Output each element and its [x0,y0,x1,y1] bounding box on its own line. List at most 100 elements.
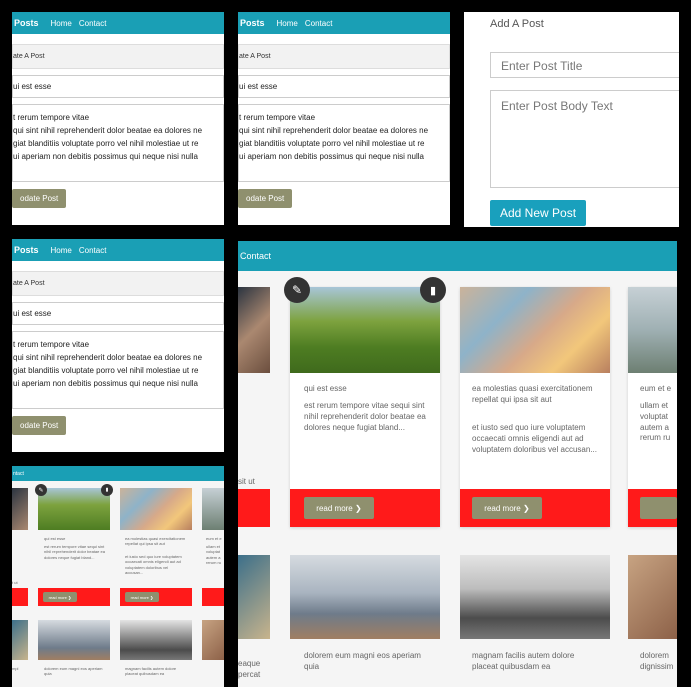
post-list-panel-small: ntact t ut ✎ ▮ qui est esse est rerum te… [12,466,224,687]
body-line: ui aperiam non debitis possimus qui nequ… [13,379,198,388]
add-new-post-button[interactable]: Add New Post [490,200,587,226]
card-header: ate A Post [12,44,224,69]
read-more-button[interactable]: read more ❯ [43,592,77,602]
navbar: Posts Home Contact [12,12,224,34]
navbar: ntact [12,466,224,481]
nav-contact-link[interactable]: Contact [79,246,107,255]
card-header: ate A Post [12,271,224,296]
post-body-textarea[interactable]: Enter Post Body Text [490,90,679,188]
body-line: giat blanditiis voluptate porro vel nihi… [13,139,199,148]
post-title: ea molestias quasi exercitationem repell… [472,384,593,404]
post-body-textarea[interactable]: t rerum tempore vitae qui sint nihil rep… [12,104,224,182]
trash-icon[interactable]: ▮ [420,277,446,303]
read-more-button[interactable] [640,497,677,519]
post-title: dolorem eum magni eos aperiam quia [304,651,421,671]
update-post-button[interactable]: odate Post [12,189,67,208]
post-list-panel: Contact sit ut ✎ ▮ qui est esse est reru… [238,241,677,687]
card-footer-band [202,588,224,606]
read-more-label: read more [316,503,353,513]
post-edge-text: mpl [12,666,19,671]
update-post-button[interactable]: odate Post [12,416,67,435]
post-title: eum et e [206,536,222,541]
post-title-input[interactable]: ui est esse [238,75,450,98]
post-title-input[interactable]: Enter Post Title [490,52,679,78]
post-title: qui est esse [304,384,347,393]
post-body: et iusto sed quo iure voluptatem occaeca… [472,423,597,454]
nav-home-link[interactable]: Home [51,246,72,255]
post-title-input[interactable]: ui est esse [12,302,224,325]
post-image [290,555,440,639]
nav-home-link[interactable]: Home [51,19,72,28]
post-body: est rerum tempore vitae sequi sint nihil… [304,401,426,432]
post-image [290,287,440,373]
post-image [460,287,610,373]
post-body: ullam et voluptat autem a rerum ru [206,544,222,566]
read-more-label: read more [48,594,67,600]
card-footer-band [238,489,270,527]
body-line: ui aperiam non debitis possimus qui nequ… [13,152,198,161]
read-more-button[interactable]: read more ❯ [304,497,374,519]
card-header: ate A Post [238,44,450,69]
post-image [12,620,28,660]
nav-contact-link[interactable]: ntact [13,471,24,477]
body-line: t rerum tempore vitae [239,113,316,122]
nav-contact-link[interactable]: Contact [79,19,107,28]
post-body: ullam et voluptat autem a rerum ru [640,401,671,443]
edit-post-panel-1: Posts Home Contact ate A Post ui est ess… [12,12,224,225]
post-image [202,620,224,660]
post-body-textarea[interactable]: t rerum tempore vitae qui sint nihil rep… [238,104,450,182]
body-line: qui sint nihil reprehenderit dolor beata… [13,353,203,362]
post-title-input[interactable]: ui est esse [12,75,224,98]
nav-contact-link[interactable]: Contact [240,251,271,261]
post-title: eum et e [640,384,672,393]
nav-home-link[interactable]: Home [277,19,298,28]
post-title: magnam facilis autem dolore placeat quib… [472,651,575,671]
body-line: t rerum tempore vitae [13,113,90,122]
post-edge-text: sit ut [238,477,255,486]
post-title: qui est esse [44,536,66,541]
body-line: giat blanditiis voluptate porro vel nihi… [13,366,199,375]
edit-icon[interactable]: ✎ [35,484,47,496]
post-image [38,488,110,530]
update-post-button[interactable]: odate Post [238,189,293,208]
body-line: qui sint nihil reprehenderit dolor beata… [13,126,203,135]
post-edge-text: t ut [12,580,18,585]
post-body: est rerum tempore vitae sequi sint nihil… [44,544,105,560]
brand-link[interactable]: Posts [12,245,39,255]
post-body: et iusto sed quo iure voluptatem occaeca… [125,554,182,576]
read-more-label: read more [130,594,149,600]
brand-link[interactable]: Posts [238,18,265,28]
post-image [120,488,192,530]
card-header: Add A Post [490,18,544,30]
post-image [12,488,28,530]
trash-icon[interactable]: ▮ [101,484,113,496]
post-title: dolorem eum magni eos aperiam quia [44,666,103,677]
post-image [238,555,270,639]
post-image [460,555,610,639]
post-title: dolorem dignissim [640,651,674,671]
post-image [238,287,270,373]
body-line: ui aperiam non debitis possimus qui nequ… [239,152,424,161]
card-footer-band [12,588,28,606]
add-post-panel: Add A Post Enter Post Title Enter Post B… [464,12,679,227]
read-more-button[interactable]: read more ❯ [125,592,159,602]
body-line: qui sint nihil reprehenderit dolor beata… [239,126,429,135]
post-image [628,287,677,373]
body-line: giat blanditiis voluptate porro vel nihi… [239,139,425,148]
read-more-button[interactable]: read more ❯ [472,497,542,519]
edit-post-panel-2: Posts Home Contact ate A Post ui est ess… [238,12,450,225]
read-more-label: read more [484,503,521,513]
navbar: Posts Home Contact [238,12,450,34]
nav-contact-link[interactable]: Contact [305,19,333,28]
edit-icon[interactable]: ✎ [284,277,310,303]
post-image [628,555,677,639]
post-title: magnam facilis autem dolore placeat quib… [125,666,177,677]
edit-post-panel-3: Posts Home Contact ate A Post ui est ess… [12,239,224,452]
brand-link[interactable]: Posts [12,18,39,28]
post-image [120,620,192,660]
post-title: ea molestias quasi exercitationem repell… [125,536,186,547]
post-body-textarea[interactable]: t rerum tempore vitae qui sint nihil rep… [12,331,224,409]
post-image [38,620,110,660]
post-edge-text: eaque percat [238,659,261,679]
post-image [202,488,224,530]
